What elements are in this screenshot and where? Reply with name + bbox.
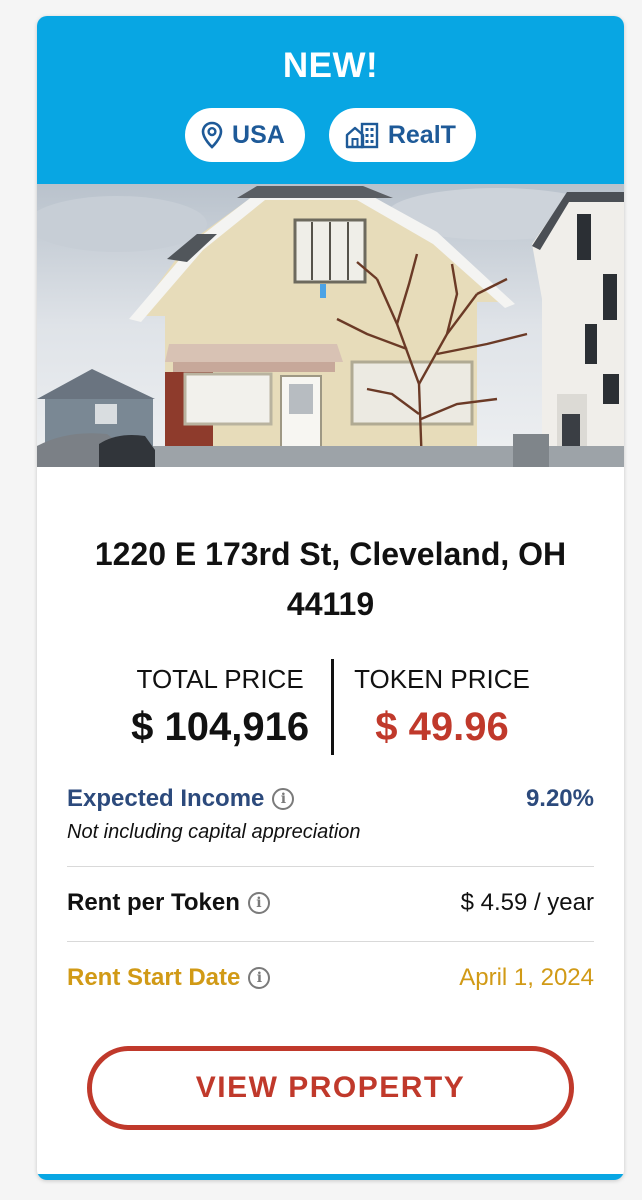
expected-income-label: Expected Income <box>67 785 265 812</box>
expected-income-row: Expected Income i Not including capital … <box>67 785 594 867</box>
new-badge: NEW! <box>282 46 379 85</box>
rent-per-token-label: Rent per Token <box>67 889 240 916</box>
tag-list: USA RealT <box>185 108 476 162</box>
info-icon[interactable]: i <box>272 788 295 810</box>
card-banner: NEW! USA RealT <box>37 16 624 184</box>
location-tag[interactable]: USA <box>185 108 305 162</box>
expected-income-note: Not including capital appreciation <box>67 821 361 843</box>
total-price-value: $ 104,916 <box>131 705 310 749</box>
property-address: 1220 E 173rd St, Cleveland, OH 44119 <box>94 536 567 622</box>
expected-income-value: 9.20% <box>525 785 594 812</box>
rent-per-token-row: Rent per Token i $ 4.59 / year <box>67 867 594 942</box>
map-pin-icon <box>201 121 223 149</box>
rent-start-date-value: April 1, 2024 <box>459 964 594 991</box>
info-icon[interactable]: i <box>247 892 270 914</box>
property-card: NEW! USA RealT 1220 E 173rd St, Clevelan… <box>37 16 624 1180</box>
rent-start-date-label: Rent Start Date <box>67 964 241 991</box>
price-summary: TOTAL PRICE $ 104,916 TOKEN PRICE $ 49.9… <box>67 659 594 755</box>
view-property-button[interactable]: VIEW PROPERTY <box>87 1046 574 1130</box>
house-photo[interactable] <box>37 184 624 467</box>
provider-tag[interactable]: RealT <box>328 108 476 162</box>
rent-start-date-row: Rent Start Date i April 1, 2024 <box>67 942 594 992</box>
token-price-value: $ 49.96 <box>375 705 509 749</box>
card-bottom-bar <box>37 1174 624 1180</box>
token-price-label: TOKEN PRICE <box>354 664 530 694</box>
provider-tag-label: RealT <box>387 120 456 149</box>
location-tag-label: USA <box>232 120 285 149</box>
total-price-block: TOTAL PRICE $ 104,916 <box>131 659 331 755</box>
card-content: 1220 E 173rd St, Cleveland, OH 44119 TOT… <box>37 529 624 1130</box>
total-price-label: TOTAL PRICE <box>136 664 304 694</box>
rent-per-token-value: $ 4.59 / year <box>460 889 594 916</box>
token-price-block: TOKEN PRICE $ 49.96 <box>334 659 530 755</box>
info-icon[interactable]: i <box>248 967 271 989</box>
buildings-icon <box>345 121 379 149</box>
